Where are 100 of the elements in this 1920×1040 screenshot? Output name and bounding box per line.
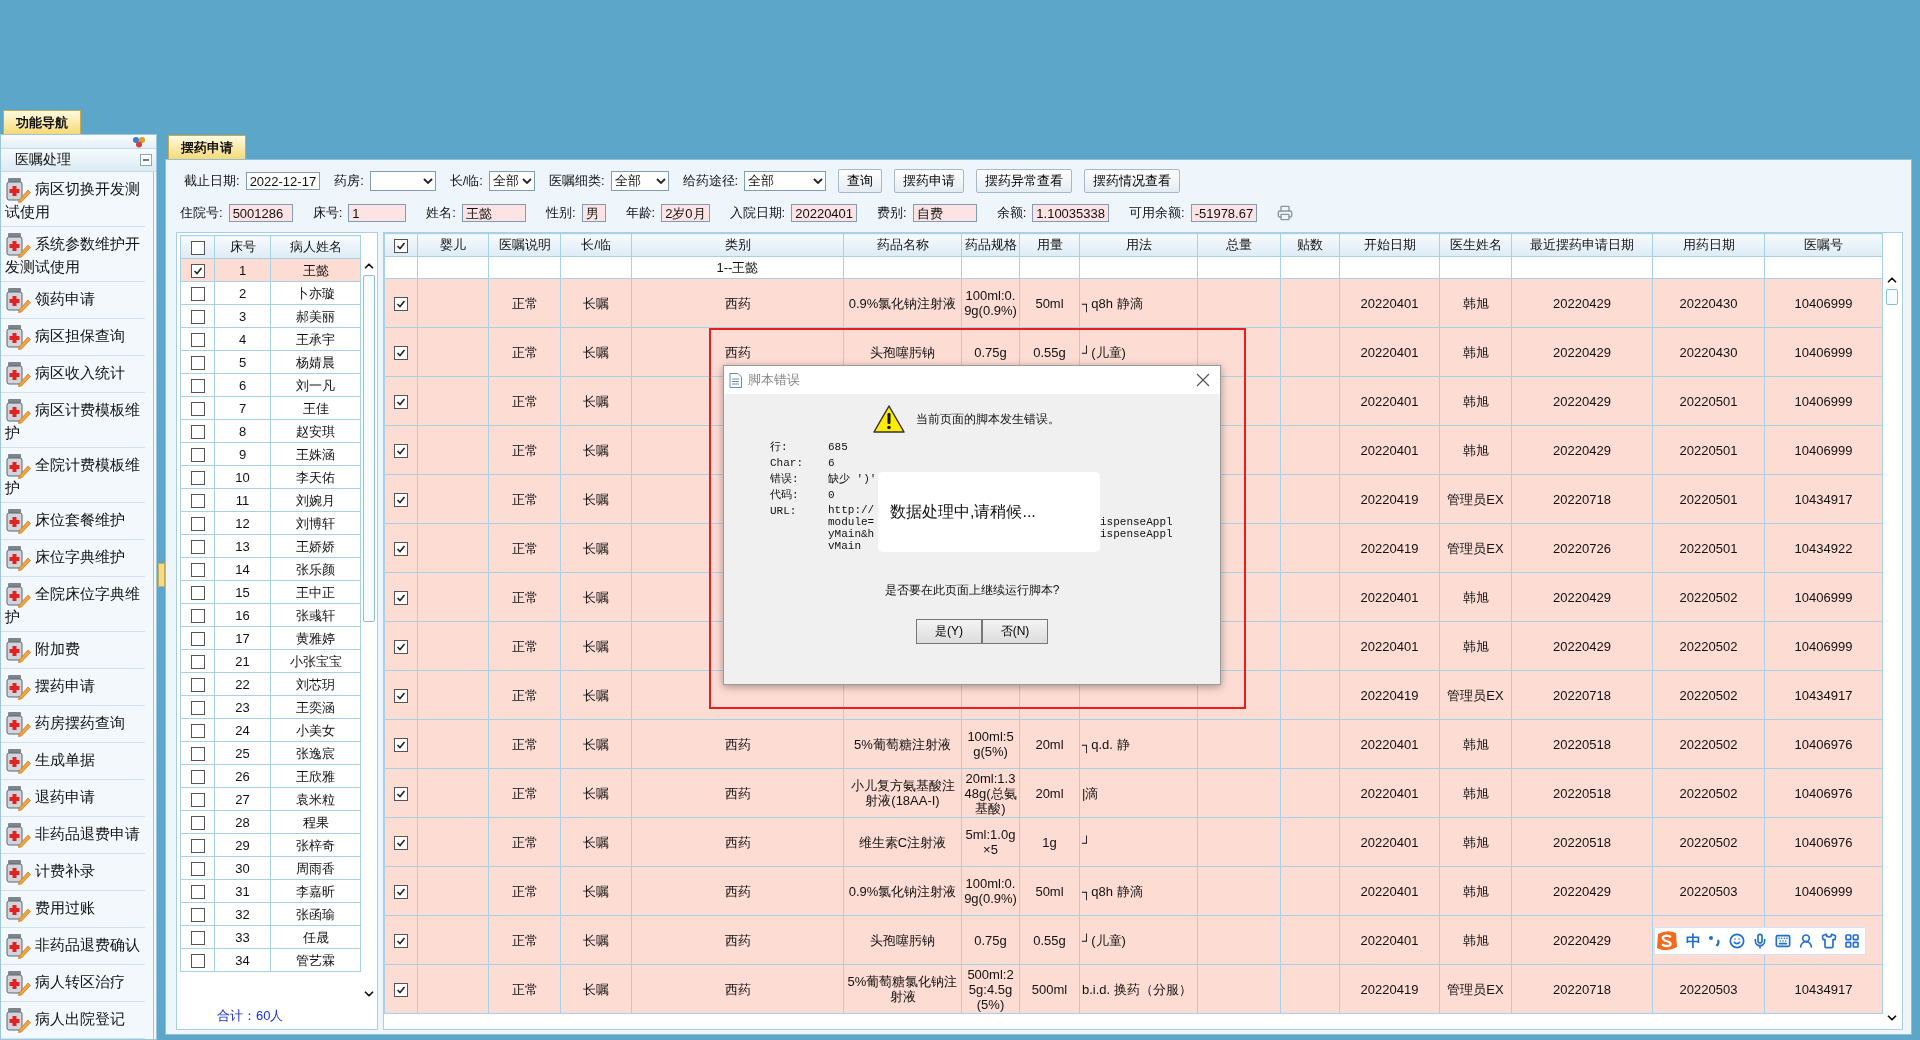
nav-item[interactable]: 药房摆药查询 <box>1 706 145 743</box>
checkbox[interactable] <box>190 884 205 899</box>
nav-tab[interactable]: 功能导航 <box>3 110 81 134</box>
checkbox[interactable] <box>190 631 205 646</box>
toolbar-button[interactable]: 查询 <box>838 169 883 193</box>
dialog-button[interactable]: 是(Y) <box>916 619 982 644</box>
checkbox[interactable] <box>190 769 205 784</box>
checkbox[interactable] <box>190 401 205 416</box>
checkbox[interactable] <box>190 585 205 600</box>
nav-item[interactable]: 生成单据 <box>1 743 145 780</box>
nav-item[interactable]: 退药申请 <box>1 780 145 817</box>
nav-item[interactable]: 病区计费模板维护 <box>1 393 145 448</box>
dropdown[interactable]: 全部 <box>610 171 669 191</box>
checkbox[interactable] <box>394 982 408 997</box>
checkbox[interactable] <box>394 238 408 253</box>
checkbox[interactable] <box>190 953 205 968</box>
checkbox[interactable] <box>394 786 408 801</box>
nav-item[interactable]: 计费补录 <box>1 854 145 891</box>
user-icon[interactable] <box>1798 933 1814 949</box>
punctuation-icon[interactable] <box>1708 934 1722 948</box>
nav-item[interactable]: 床位套餐维护 <box>1 503 145 540</box>
dropdown[interactable]: 全部 <box>744 171 827 191</box>
print-icon[interactable] <box>1277 205 1294 221</box>
checkbox[interactable] <box>190 286 205 301</box>
checkbox[interactable] <box>190 516 205 531</box>
dialog-button[interactable]: 否(N) <box>982 619 1048 644</box>
checkbox[interactable] <box>190 815 205 830</box>
checkbox[interactable] <box>190 746 205 761</box>
dropdown[interactable] <box>369 171 436 191</box>
nav-item[interactable]: 领药申请 <box>1 282 145 319</box>
checkbox[interactable] <box>190 470 205 485</box>
checkbox[interactable] <box>394 737 408 752</box>
checkbox[interactable] <box>394 639 408 654</box>
nav-item[interactable]: 非药品退费确认 <box>1 928 145 965</box>
checkbox[interactable] <box>190 700 205 715</box>
scrollbar-thumb[interactable] <box>363 275 375 622</box>
nav-item[interactable]: 床位字典维护 <box>1 540 145 577</box>
readonly-field[interactable]: 2岁0月 <box>661 204 710 222</box>
checkbox[interactable] <box>394 394 408 409</box>
grid-icon[interactable] <box>1844 933 1860 949</box>
shirt-icon[interactable] <box>1821 933 1837 949</box>
nav-item[interactable]: 病区收入统计 <box>1 356 145 393</box>
checkbox[interactable] <box>190 263 205 278</box>
checkbox[interactable] <box>190 240 205 255</box>
checkbox[interactable] <box>190 355 205 370</box>
checkbox[interactable] <box>190 677 205 692</box>
readonly-field[interactable]: 自费 <box>912 204 977 222</box>
checkbox[interactable] <box>394 688 408 703</box>
checkbox[interactable] <box>190 907 205 922</box>
readonly-field[interactable]: 王懿 <box>461 204 526 222</box>
tab[interactable]: 摆药申请 <box>168 135 246 159</box>
nav-item[interactable]: 附加费 <box>1 632 145 669</box>
emoji-icon[interactable] <box>1729 933 1745 949</box>
checkbox[interactable] <box>190 493 205 508</box>
nav-item[interactable]: 全院床位字典维护 <box>1 577 145 632</box>
toolbar-button[interactable]: 摆药情况查看 <box>1084 169 1181 193</box>
checkbox[interactable] <box>190 539 205 554</box>
readonly-field[interactable]: 20220401 <box>791 204 858 222</box>
ime-logo-icon[interactable] <box>1655 930 1679 952</box>
nav-item[interactable]: 病人出院登记 <box>1 1002 145 1039</box>
checkbox[interactable] <box>190 378 205 393</box>
readonly-field[interactable]: 5001286 <box>228 204 293 222</box>
checkbox[interactable] <box>394 296 408 311</box>
ime-mode[interactable]: 中 <box>1686 931 1701 951</box>
splitter-handle[interactable] <box>157 563 165 587</box>
nav-item[interactable]: 病区切换开发测试使用 <box>1 172 145 227</box>
readonly-field[interactable]: 1.10035338 <box>1032 204 1109 222</box>
checkbox[interactable] <box>190 654 205 669</box>
checkbox[interactable] <box>394 345 408 360</box>
checkbox[interactable] <box>394 443 408 458</box>
checkbox[interactable] <box>190 447 205 462</box>
close-button[interactable] <box>1196 373 1210 387</box>
nav-item[interactable]: 摆药申请 <box>1 669 145 706</box>
nav-item[interactable]: 非药品退费申请 <box>1 817 145 854</box>
date-field[interactable]: 2022-12-17 <box>245 172 321 190</box>
readonly-field[interactable]: 1 <box>348 204 407 222</box>
toolbar-button[interactable]: 摆药异常查看 <box>976 169 1073 193</box>
checkbox[interactable] <box>394 492 408 507</box>
checkbox[interactable] <box>190 332 205 347</box>
checkbox[interactable] <box>190 838 205 853</box>
checkbox[interactable] <box>394 590 408 605</box>
collapse-button[interactable] <box>140 154 152 166</box>
scrollbar-thumb[interactable] <box>1886 289 1898 305</box>
colored-dots-icon[interactable] <box>132 135 146 148</box>
checkbox[interactable] <box>190 723 205 738</box>
checkbox[interactable] <box>394 884 408 899</box>
toolbar-button[interactable]: 摆药申请 <box>894 169 965 193</box>
nav-item[interactable]: 费用过账 <box>1 891 145 928</box>
checkbox[interactable] <box>190 930 205 945</box>
checkbox[interactable] <box>190 562 205 577</box>
readonly-field[interactable]: -51978.67 <box>1190 204 1258 222</box>
readonly-field[interactable]: 男 <box>581 204 606 222</box>
checkbox[interactable] <box>190 861 205 876</box>
nav-item[interactable]: 病区担保查询 <box>1 319 145 356</box>
checkbox[interactable] <box>190 309 205 324</box>
checkbox[interactable] <box>190 792 205 807</box>
checkbox[interactable] <box>394 933 408 948</box>
checkbox[interactable] <box>394 541 408 556</box>
keyboard-icon[interactable] <box>1775 933 1791 949</box>
dropdown[interactable]: 全部 <box>489 171 535 191</box>
